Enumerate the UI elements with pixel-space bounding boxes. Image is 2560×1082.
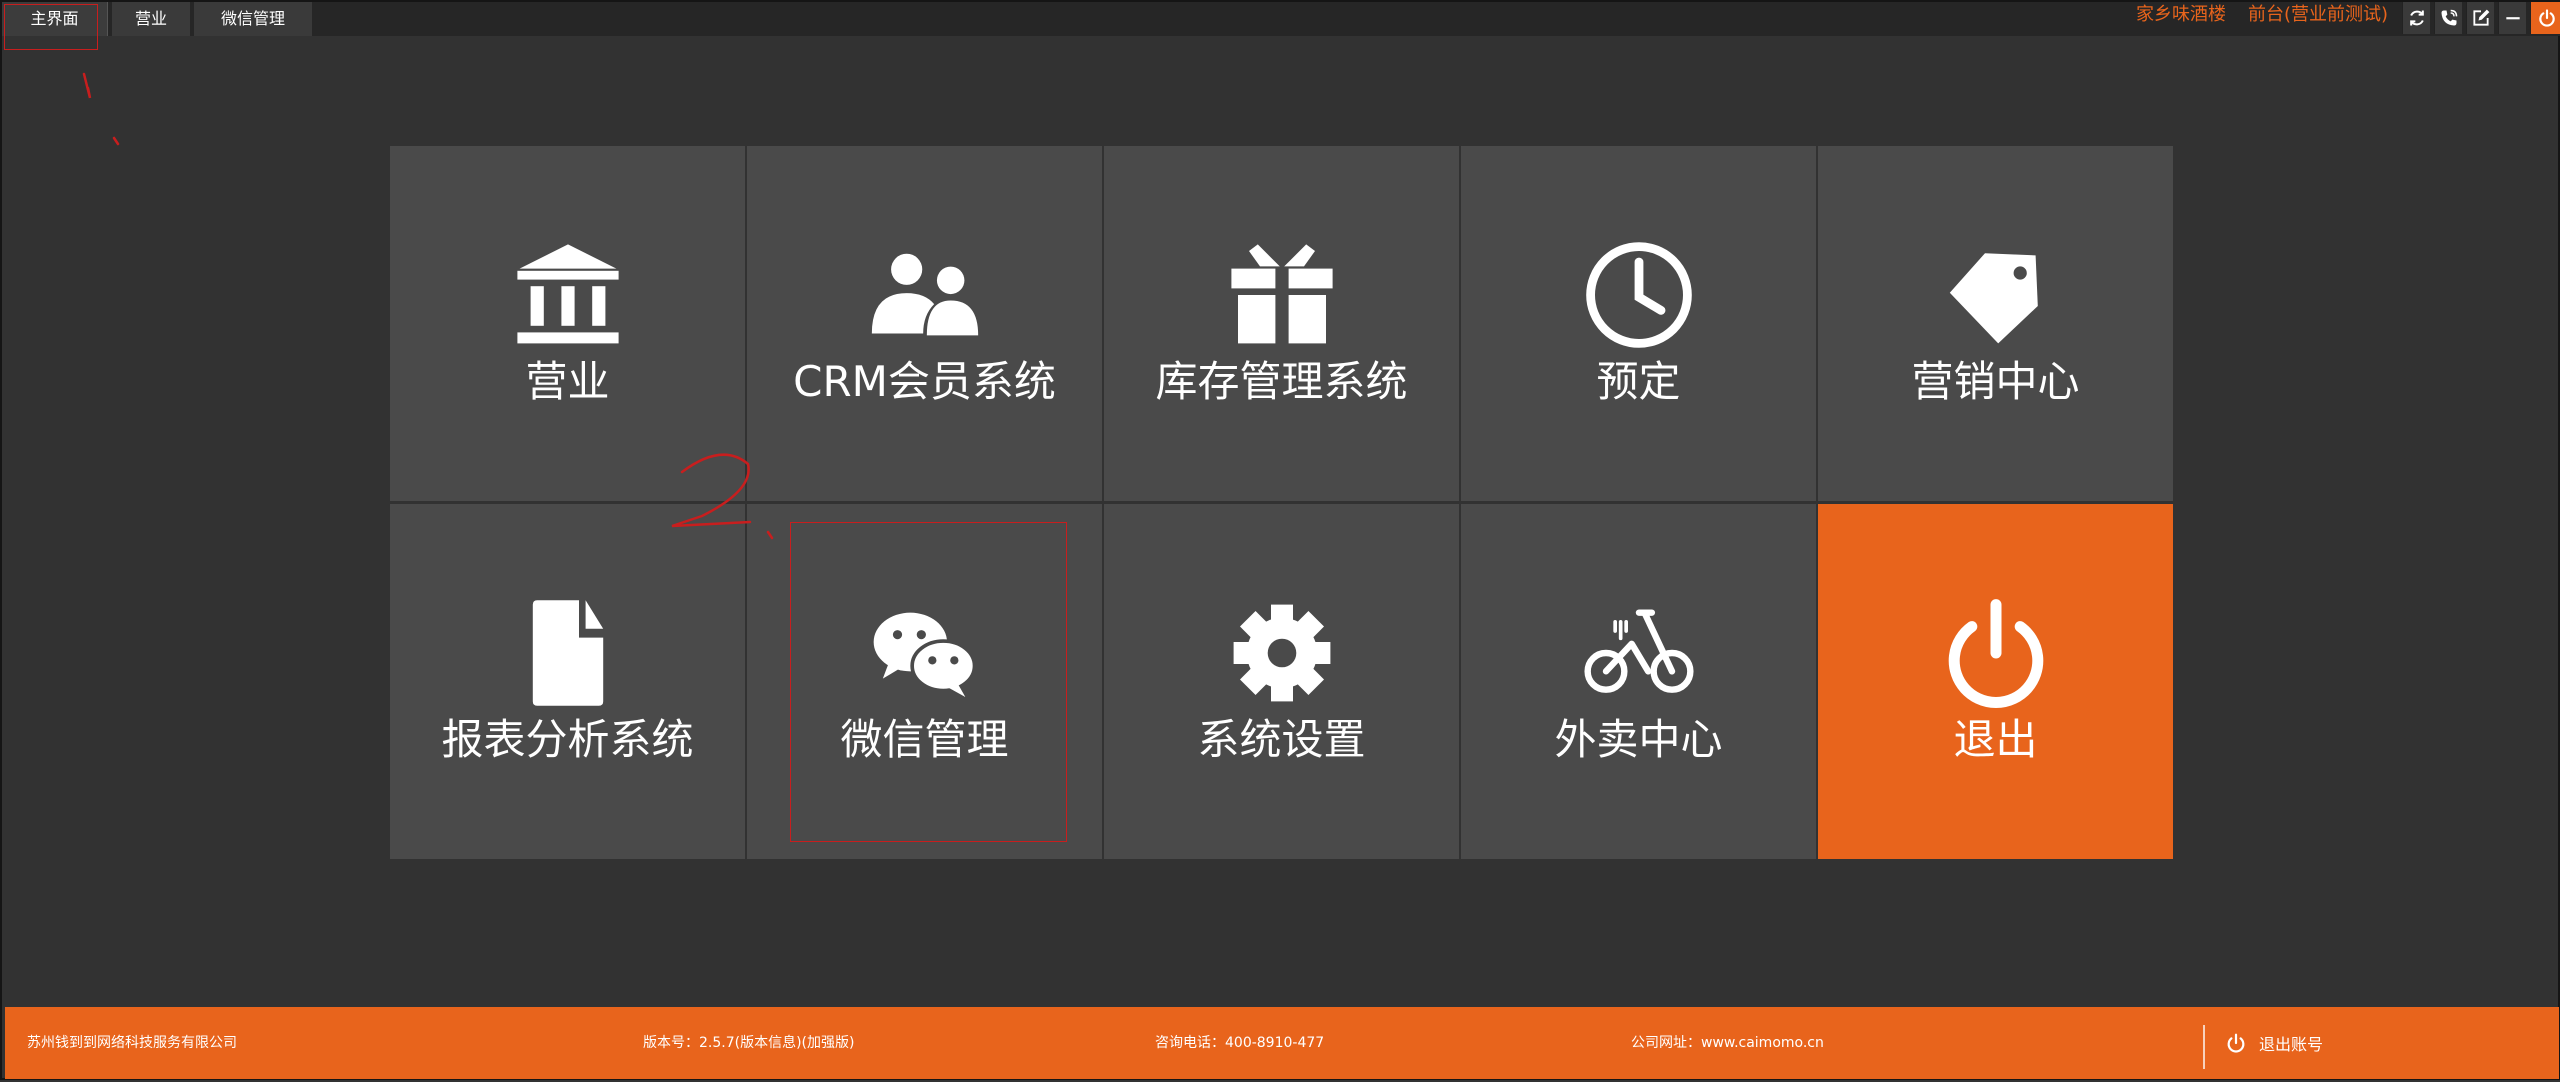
tile-exit[interactable]: 退出 [1818,504,2173,859]
gear-icon [1217,598,1347,708]
tile-label: 预定 [1596,357,1681,406]
close-power-button[interactable] [2530,2,2560,34]
minimize-button[interactable] [2498,2,2526,34]
store-name: 家乡味酒楼 [2136,4,2226,25]
tab-yingye[interactable]: 营业 [112,2,190,36]
annotation-mark-1 [82,72,92,99]
app-window: 主界面 营业 微信管理 家乡味酒楼 前台(营业前测试) 营业 CRM会员系统 库… [0,0,2560,1080]
tile-label: 系统设置 [1197,715,1366,764]
module-grid: 营业 CRM会员系统 库存管理系统 预定 营销中心 报表分析系统 微信管理 系统… [390,146,2173,859]
tile-label: 营业 [525,357,610,406]
status-footer: 苏州钱到到网络科技服务有限公司 版本号：2.5.7(版本信息)(加强版) 咨询电… [5,1007,2559,1079]
power-icon [2227,1033,2245,1053]
tile-label: 退出 [1953,715,2038,764]
tile-label: 外卖中心 [1554,715,1723,764]
power-icon [2538,9,2555,27]
company-name: 苏州钱到到网络科技服务有限公司 [27,1035,237,1051]
tile-reservation[interactable]: 预定 [1461,146,1816,501]
logout-account-button[interactable]: 退出账号 [2225,1007,2323,1079]
tile-yingye[interactable]: 营业 [390,146,745,501]
bank-icon [503,240,633,350]
refresh-button[interactable] [2402,2,2430,34]
tile-label: CRM会员系统 [793,357,1056,406]
tag-icon [1931,240,2061,350]
tile-settings[interactable]: 系统设置 [1104,504,1459,859]
tile-marketing[interactable]: 营销中心 [1818,146,2173,501]
users-icon [860,240,990,350]
phone-icon [2441,9,2457,26]
edit-icon [2472,9,2489,26]
power-icon [1931,598,2061,708]
refresh-icon [2409,10,2424,26]
clock-icon [1574,240,1704,350]
footer-divider [2203,1025,2205,1069]
tile-inventory[interactable]: 库存管理系统 [1104,146,1459,501]
tile-takeout[interactable]: 外卖中心 [1461,504,1816,859]
minimize-icon [2505,17,2520,20]
gift-icon [1217,240,1347,350]
store-role: 前台(营业前测试) [2248,4,2389,25]
tab-wechat-management[interactable]: 微信管理 [194,2,312,36]
tile-label: 报表分析系统 [441,715,694,764]
document-icon [503,598,633,708]
tile-label: 营销中心 [1911,357,2080,406]
logout-account-label: 退出账号 [2259,1035,2324,1054]
tile-label: 库存管理系统 [1155,357,1408,406]
top-bar: 主界面 营业 微信管理 家乡味酒楼 前台(营业前测试) [2,2,2560,36]
phone-button[interactable] [2434,2,2462,34]
version-info: 版本号：2.5.7(版本信息)(加强版) [643,1035,855,1051]
company-website: 公司网址：www.caimomo.cn [1631,1035,1824,1051]
tile-reports[interactable]: 报表分析系统 [390,504,745,859]
bicycle-icon [1574,598,1704,708]
annotation-box-2 [790,522,1067,842]
annotation-box-1 [4,4,98,50]
contact-phone: 咨询电话：400-8910-477 [1155,1035,1325,1051]
tile-crm[interactable]: CRM会员系统 [747,146,1102,501]
edit-button[interactable] [2466,2,2494,34]
